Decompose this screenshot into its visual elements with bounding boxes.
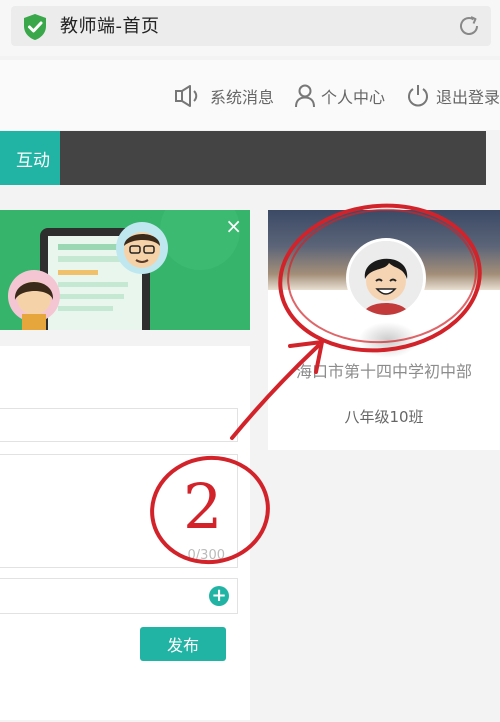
system-messages-link[interactable]: 系统消息 [174, 84, 274, 108]
personal-center-label: 个人中心 [320, 88, 385, 107]
personal-center-link[interactable]: 个人中心 [294, 84, 385, 108]
page-title: 教师端-首页 [60, 16, 160, 37]
system-messages-label: 系统消息 [209, 88, 274, 107]
header-nav: 系统消息 个人中心 退出登录 [155, 82, 500, 110]
banner-close-button[interactable]: × [225, 216, 242, 236]
tab-interaction-label: 互动 [16, 150, 50, 171]
attachment-row: + [0, 578, 238, 614]
school-name: 海口市第十四中学初中部 [295, 362, 472, 381]
char-counter: 0/300 [187, 548, 225, 563]
class-name: 八年级10班 [344, 408, 424, 426]
power-icon [408, 85, 428, 107]
add-attachment-button[interactable]: + [209, 586, 229, 606]
tab-interaction[interactable]: 互动 [0, 131, 60, 185]
avatar-cartoon-icon [349, 241, 423, 315]
title-input[interactable] [0, 408, 238, 442]
promo-banner[interactable]: × [0, 210, 250, 330]
browser-bar: 教师端-首页 [0, 0, 500, 56]
speaker-icon [174, 85, 198, 107]
annotation-number: 2 [183, 470, 223, 543]
user-icon [294, 84, 315, 108]
logout-link[interactable]: 退出登录 [405, 83, 500, 109]
avatar-reflection [358, 322, 418, 358]
main-navbar: 互动 [0, 131, 486, 185]
shield-check-icon [24, 14, 46, 40]
logout-label: 退出登录 [435, 88, 500, 107]
publish-button[interactable]: 发布 [140, 627, 226, 661]
refresh-icon[interactable] [457, 14, 481, 38]
profile-card: 海口市第十四中学初中部 八年级10班 [268, 210, 500, 450]
avatar[interactable] [346, 238, 426, 318]
banner-illustration [0, 210, 250, 330]
